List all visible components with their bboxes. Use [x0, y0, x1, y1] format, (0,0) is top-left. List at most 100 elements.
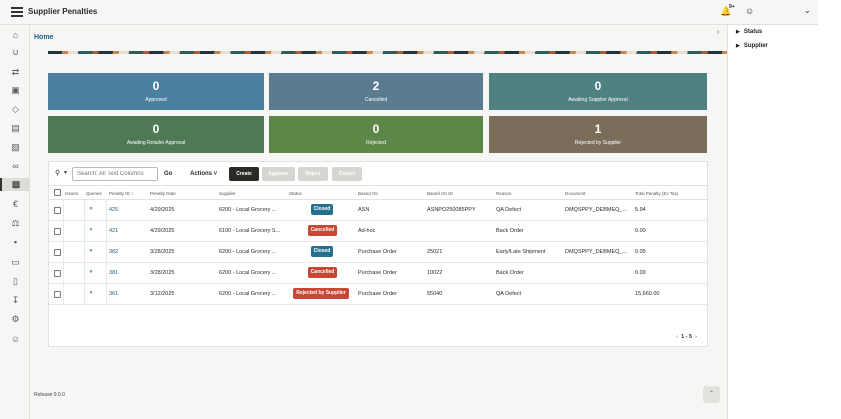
filter-status[interactable]: ▶ Status [736, 29, 762, 35]
status-badge: Closed [311, 246, 333, 257]
box-icon[interactable]: ◇ [9, 103, 22, 116]
reason: Early/Late Shipment [496, 249, 546, 255]
breadcrumb-home[interactable]: Home [34, 34, 53, 41]
collapse-panel-icon[interactable]: › [717, 29, 719, 36]
based-on: ASN [358, 207, 370, 213]
tile-value: 0 [372, 122, 380, 136]
tile-cancelled[interactable]: 2 Cancelled [269, 73, 483, 110]
tile-awaiting-retailer-approval[interactable]: 0 Awaiting Retailer Approval [48, 116, 264, 153]
expand-triangle-icon: ▶ [736, 43, 740, 49]
column-header-based-on-id[interactable]: Based On ID [427, 191, 453, 196]
approve-button[interactable]: Approve [262, 167, 295, 181]
handshake-icon[interactable]: ∞ [9, 160, 22, 173]
tile-label: Rejected by Supplier [574, 140, 622, 146]
cart-icon[interactable]: ∪ [9, 46, 22, 59]
column-header-queries[interactable]: Queries [86, 191, 102, 196]
table-row[interactable]: ⚬ 425 4/29/2025 6200 - Local Grocery ...… [49, 200, 707, 221]
euro-icon[interactable]: € [9, 198, 22, 211]
row-checkbox[interactable] [54, 291, 61, 298]
reason: Back Order [496, 228, 524, 234]
page-header: Home [30, 25, 727, 51]
table-row[interactable]: ⚬ 382 3/28/2025 6200 - Local Grocery ...… [49, 242, 707, 263]
total-penalty: 5.94 [635, 207, 646, 213]
based-on-id: 55040 [427, 291, 443, 297]
actions-label: Actions [190, 171, 213, 177]
inbox-icon[interactable]: ▣ [9, 84, 22, 97]
penalty-id-link[interactable]: 381 [109, 270, 118, 276]
settings-icon[interactable]: ⚙ [9, 313, 22, 326]
search-icon[interactable]: ⚲ [55, 169, 60, 177]
table-row[interactable]: ⚬ 381 3/28/2025 6200 - Local Grocery ...… [49, 263, 707, 284]
tile-awaiting-supplier-approval[interactable]: 0 Awaiting Supplier Approval [489, 73, 707, 110]
list-icon[interactable]: ▤ [9, 122, 22, 135]
supplier: 6200 - Local Grocery ... [219, 207, 277, 213]
select-all-checkbox[interactable] [54, 189, 61, 196]
status-badge: Closed [311, 204, 333, 215]
penalty-id-link[interactable]: 361 [109, 291, 118, 297]
scroll-to-top-button[interactable]: ⌃ [703, 386, 720, 403]
tile-label: Awaiting Supplier Approval [568, 97, 628, 103]
previous-page-icon[interactable]: ‹ [676, 334, 678, 340]
tile-label: Rejected [366, 140, 386, 146]
hamburger-menu-icon[interactable] [11, 7, 23, 17]
based-on-id: 10022 [427, 270, 443, 276]
reject-button[interactable]: Reject [298, 167, 328, 181]
column-header-penalty-id[interactable]: Penalty ID ↕ [109, 191, 133, 196]
create-button[interactable]: Create [229, 167, 259, 181]
supplier: 6100 - Local Grocery S... [219, 228, 281, 234]
column-header-status[interactable]: Status [289, 191, 302, 196]
table-row[interactable]: ⚬ 421 4/29/2025 6100 - Local Grocery S..… [49, 221, 707, 242]
chevron-down-icon[interactable]: ⌄ [804, 6, 811, 15]
tile-approved[interactable]: 0 Approved [48, 73, 264, 110]
column-header-total-penalty[interactable]: Total Penalty (Ex Tax) [635, 191, 678, 196]
next-page-icon[interactable]: › [695, 334, 697, 340]
table-toolbar: ⚲ ▼ Go Actions ˅ Create Approve Reject C… [49, 162, 707, 185]
notification-badge: 9+ [729, 4, 735, 10]
column-header-supplier[interactable]: Supplier [219, 191, 236, 196]
table-row[interactable]: ⚬ 361 3/12/2025 6200 - Local Grocery ...… [49, 284, 707, 305]
penalty-id-link[interactable]: 382 [109, 249, 118, 255]
scale-icon[interactable]: ⚖ [9, 217, 22, 230]
row-checkbox[interactable] [54, 207, 61, 214]
person-icon[interactable]: ☺ [9, 333, 22, 346]
column-header-reason[interactable]: Reason [496, 191, 512, 196]
row-checkbox[interactable] [54, 270, 61, 277]
chevron-down-icon[interactable]: ▼ [63, 170, 68, 176]
column-header-penalty-date[interactable]: Penalty Date [150, 191, 176, 196]
tile-rejected[interactable]: 0 Rejected [269, 116, 483, 153]
search-input[interactable] [72, 167, 158, 181]
home-icon[interactable]: ⌂ [9, 29, 22, 42]
tile-rejected-by-supplier[interactable]: 1 Rejected by Supplier [489, 116, 707, 153]
penalty-id-link[interactable]: 421 [109, 228, 118, 234]
row-checkbox[interactable] [54, 228, 61, 235]
queries-icon[interactable]: ⚬ [88, 226, 97, 235]
filter-supplier[interactable]: ▶ Supplier [736, 43, 768, 49]
filter-status-label: Status [743, 29, 763, 35]
side-navigation: ⌂ ∪ ⇄ ▣ ◇ ▤ ▧ ∞ ▩ € ⚖ ▪ ▭ ▯ ↧ ⚙ ☺ [0, 25, 30, 419]
truck-icon[interactable]: ▪ [9, 236, 22, 249]
queries-icon[interactable]: ⚬ [88, 205, 97, 214]
column-header-based-on[interactable]: Based On [358, 191, 378, 196]
supplier: 6200 - Local Grocery ... [219, 270, 277, 276]
tile-value: 1 [594, 122, 602, 136]
row-checkbox[interactable] [54, 249, 61, 256]
total-penalty: 0.00 [635, 270, 646, 276]
column-header-issues[interactable]: Issues [65, 191, 78, 196]
penalties-icon[interactable]: ▩ [0, 178, 30, 191]
returns-icon[interactable]: ⇄ [9, 66, 22, 79]
tile-value: 0 [594, 79, 602, 93]
go-button[interactable]: Go [164, 171, 172, 177]
report-icon[interactable]: ▯ [9, 275, 22, 288]
clipboard-icon[interactable]: ▧ [9, 141, 22, 154]
download-icon[interactable]: ↧ [9, 294, 22, 307]
invoice-icon[interactable]: ▭ [9, 256, 22, 269]
supplier: 6200 - Local Grocery ... [219, 291, 277, 297]
queries-icon[interactable]: ⚬ [88, 289, 97, 298]
cancel-button[interactable]: Cancel [332, 167, 362, 181]
penalty-id-link[interactable]: 425 [109, 207, 118, 213]
queries-icon[interactable]: ⚬ [88, 268, 97, 277]
user-icon[interactable]: ☺ [745, 6, 754, 16]
column-header-document[interactable]: Document [565, 191, 586, 196]
actions-menu-button[interactable]: Actions ˅ [190, 171, 217, 177]
queries-with-update-icon[interactable]: ⚬ [88, 247, 97, 256]
